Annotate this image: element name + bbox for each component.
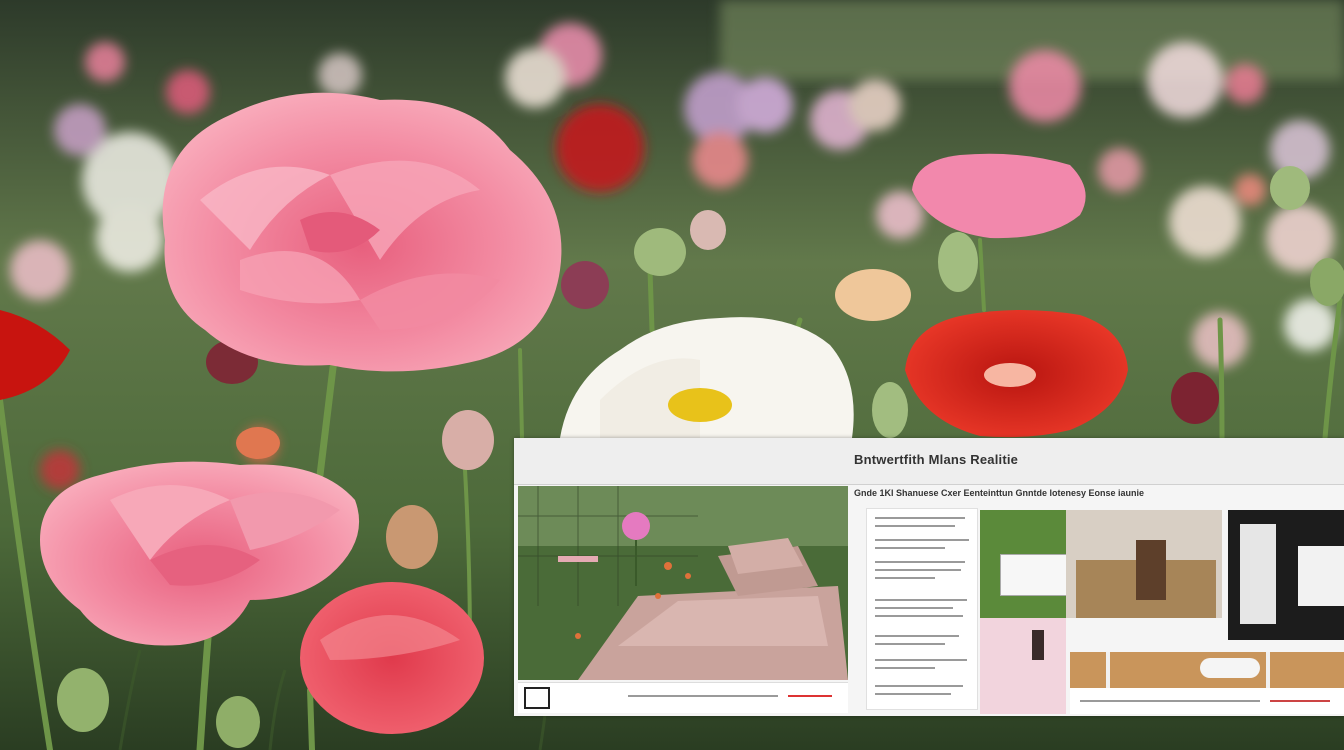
panel-subtitle: Gnde 1Kl Shanuese Cxer Eenteinttun Gnntd… [854, 488, 1145, 498]
lawn-thumbnail [980, 510, 1066, 618]
pink-card [980, 618, 1066, 714]
panel-title: Bntwertfith Mlans Realitie [854, 452, 1019, 467]
photo-icon [524, 687, 550, 709]
garden-design-photo [518, 486, 848, 680]
footer-strip [1070, 688, 1344, 714]
coral-poppy [300, 582, 484, 734]
inset-document-panel: Bntwertfith Mlans Realitie Gnde 1Kl Shan… [514, 438, 1344, 716]
anemone-center [668, 388, 732, 422]
dark-thumbnail [1228, 510, 1344, 640]
interior-thumbnail [1066, 510, 1222, 618]
text-column [866, 508, 978, 710]
photo-caption-bar [518, 682, 848, 713]
wood-swatch-strip [1070, 652, 1344, 688]
panel-header: Bntwertfith Mlans Realitie [514, 438, 1344, 485]
